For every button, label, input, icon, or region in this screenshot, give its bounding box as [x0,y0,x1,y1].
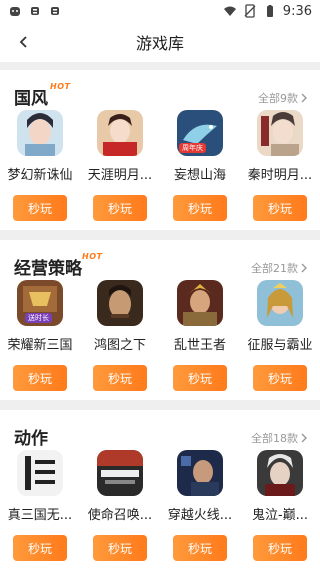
game-name: 穿越火线... [167,508,233,523]
game-item: 使命召唤... 秒玩 [80,450,160,561]
warrior-face-icon[interactable] [97,280,143,326]
play-button[interactable]: 秒玩 [253,195,307,221]
hot-badge: HOT [50,82,71,91]
game-item: 真三国无... 秒玩 [0,450,80,561]
fantasy-girl-icon[interactable] [17,110,63,156]
chevron-right-icon [301,93,307,103]
game-item: 秦时明月... 秒玩 [240,110,320,221]
game-name: 鸿图之下 [93,338,146,353]
section-header: 国风 HOT 全部9款 [0,70,320,110]
sea-beast-icon[interactable]: 周年庆 [177,110,223,156]
game-item: 天涯明月... 秒玩 [80,110,160,221]
game-item: 征服与霸业 秒玩 [240,280,320,391]
game-name: 使命召唤... [87,508,153,523]
back-button[interactable] [12,30,36,54]
game-item: 梦幻新诛仙 秒玩 [0,110,80,221]
play-button[interactable]: 秒玩 [173,535,227,561]
chevron-right-icon [301,263,307,273]
dynasty-warriors-icon[interactable] [17,450,63,496]
play-button[interactable]: 秒玩 [13,195,67,221]
android-app-icon [10,7,20,16]
game-item: 周年庆 妄想山海 秒玩 [160,110,240,221]
red-robe-girl-icon[interactable] [97,110,143,156]
nav-bar: 游戏库 [0,22,320,62]
more-label: 全部21款 [251,262,298,275]
play-button[interactable]: 秒玩 [13,535,67,561]
status-left-icons [8,4,62,18]
game-item: 乱世王者 秒玩 [160,280,240,391]
game-name: 天涯明月... [87,168,153,183]
hot-badge: HOT [82,252,103,261]
game-tag: 周年庆 [179,143,206,153]
play-button[interactable]: 秒玩 [253,365,307,391]
play-button[interactable]: 秒玩 [13,365,67,391]
section-title: 国风 [14,89,48,109]
play-button[interactable]: 秒玩 [93,365,147,391]
status-right-icons: 9:36 [223,4,312,19]
game-row: 送时长 荣耀新三国 秒玩 鸿图之下 秒玩 乱世王者 秒玩 征服与霸业 秒玩 [0,280,320,391]
devil-may-cry-icon[interactable] [257,450,303,496]
more-label: 全部18款 [251,432,298,445]
chevron-left-icon [19,36,27,48]
play-button[interactable]: 秒玩 [93,535,147,561]
play-button[interactable]: 秒玩 [173,365,227,391]
game-name: 妄想山海 [173,168,226,183]
game-name: 征服与霸业 [247,338,313,353]
game-name: 梦幻新诛仙 [7,168,73,183]
section-header: 动作 全部18款 [0,410,320,450]
game-name: 乱世王者 [173,338,226,353]
game-name: 秦时明月... [247,168,313,183]
section-title: 经营策略 [14,259,82,279]
play-button[interactable]: 秒玩 [173,195,227,221]
more-link[interactable]: 全部18款 [251,430,308,446]
crossfire-icon[interactable] [177,450,223,496]
status-time: 9:36 [282,3,312,19]
game-item: 穿越火线... 秒玩 [160,450,240,561]
game-item: 鬼泣-巅... 秒玩 [240,450,320,561]
more-link[interactable]: 全部21款 [251,260,308,276]
game-item: 鸿图之下 秒玩 [80,280,160,391]
battery-icon [266,5,273,17]
bug-icon [31,7,39,15]
section-title: 动作 [14,429,48,449]
play-button[interactable]: 秒玩 [253,535,307,561]
game-item: 送时长 荣耀新三国 秒玩 [0,280,80,391]
call-of-duty-icon[interactable] [97,450,143,496]
wifi-icon [223,6,236,16]
game-tag: 送时长 [25,313,52,323]
page-title: 游戏库 [135,34,184,53]
section-strategy: 经营策略 HOT 全部21款 送时长 荣耀新三国 秒玩 鸿图之下 秒玩 乱世王者… [0,240,320,400]
sim-off-icon [244,4,256,18]
more-link[interactable]: 全部9款 [258,90,308,106]
game-row: 梦幻新诛仙 秒玩 天涯明月... 秒玩 周年庆 妄想山海 秒玩 秦时明月... … [0,110,320,221]
more-label: 全部9款 [258,92,298,105]
armored-king-icon[interactable] [177,280,223,326]
section-action: 动作 全部18款 真三国无... 秒玩 使命召唤... 秒玩 穿越火线... 秒… [0,410,320,568]
section-header: 经营策略 HOT 全部21款 [0,240,320,280]
game-name: 荣耀新三国 [7,338,73,353]
section-guofeng: 国风 HOT 全部9款 梦幻新诛仙 秒玩 天涯明月... 秒玩 周年庆 妄想山海… [0,70,320,230]
status-bar: 9:36 [0,0,320,22]
play-button[interactable]: 秒玩 [93,195,147,221]
bug-icon [51,7,59,15]
queen-icon[interactable] [257,280,303,326]
three-kingdoms-icon[interactable]: 送时长 [17,280,63,326]
game-name: 真三国无... [7,508,73,523]
game-row: 真三国无... 秒玩 使命召唤... 秒玩 穿越火线... 秒玩 鬼泣-巅...… [0,450,320,561]
chevron-right-icon [301,433,307,443]
game-name: 鬼泣-巅... [251,508,309,523]
qin-moon-icon[interactable] [257,110,303,156]
